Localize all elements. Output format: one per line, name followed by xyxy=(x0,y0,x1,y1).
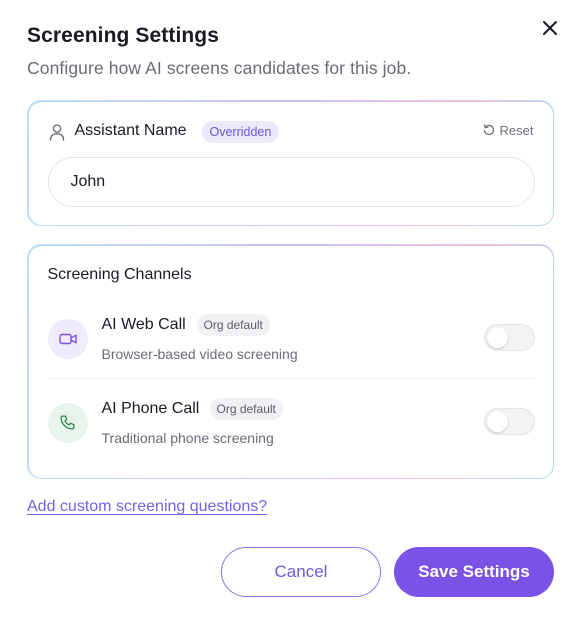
web-call-icon-wrap xyxy=(47,318,88,359)
reset-button[interactable]: Reset xyxy=(483,123,534,138)
channel-name: AI Web Call xyxy=(101,315,186,333)
dialog-subtitle: Configure how AI screens candidates for … xyxy=(27,58,412,78)
assistant-name-card: Assistant Name Overridden Reset xyxy=(27,100,554,226)
org-default-badge: Org default xyxy=(196,313,270,336)
dialog-title: Screening Settings xyxy=(27,24,220,47)
web-call-toggle[interactable] xyxy=(483,323,535,351)
org-default-badge: Org default xyxy=(209,397,283,420)
toggle-knob xyxy=(486,410,508,432)
person-icon xyxy=(49,123,64,141)
assistant-name-input[interactable] xyxy=(47,156,535,207)
reset-label: Reset xyxy=(499,122,534,138)
video-camera-icon xyxy=(58,333,77,344)
channel-divider xyxy=(47,377,535,379)
phone-call-icon-wrap xyxy=(47,402,88,443)
assistant-name-label: Assistant Name xyxy=(74,121,187,139)
close-button[interactable] xyxy=(538,16,562,40)
screening-settings-dialog: Screening Settings Configure how AI scre… xyxy=(0,0,580,623)
screening-channels-card: Screening Channels AI Web Call Org defau… xyxy=(27,244,554,479)
channel-description: Traditional phone screening xyxy=(101,429,274,446)
phone-call-toggle[interactable] xyxy=(483,407,535,435)
save-settings-button[interactable]: Save Settings xyxy=(394,547,554,597)
phone-icon xyxy=(60,415,75,430)
channel-ai-web-call: AI Web Call Org default Browser-based vi… xyxy=(47,312,535,372)
toggle-knob xyxy=(486,326,508,348)
cancel-button[interactable]: Cancel xyxy=(221,547,381,597)
add-custom-questions-link[interactable]: Add custom screening questions? xyxy=(27,498,267,516)
channel-name: AI Phone Call xyxy=(101,399,200,417)
screening-channels-title: Screening Channels xyxy=(47,265,192,283)
overridden-badge: Overridden xyxy=(201,120,280,143)
channel-ai-phone-call: AI Phone Call Org default Traditional ph… xyxy=(47,396,535,456)
reset-icon xyxy=(483,124,494,136)
close-icon xyxy=(543,21,557,35)
channel-description: Browser-based video screening xyxy=(101,345,298,362)
